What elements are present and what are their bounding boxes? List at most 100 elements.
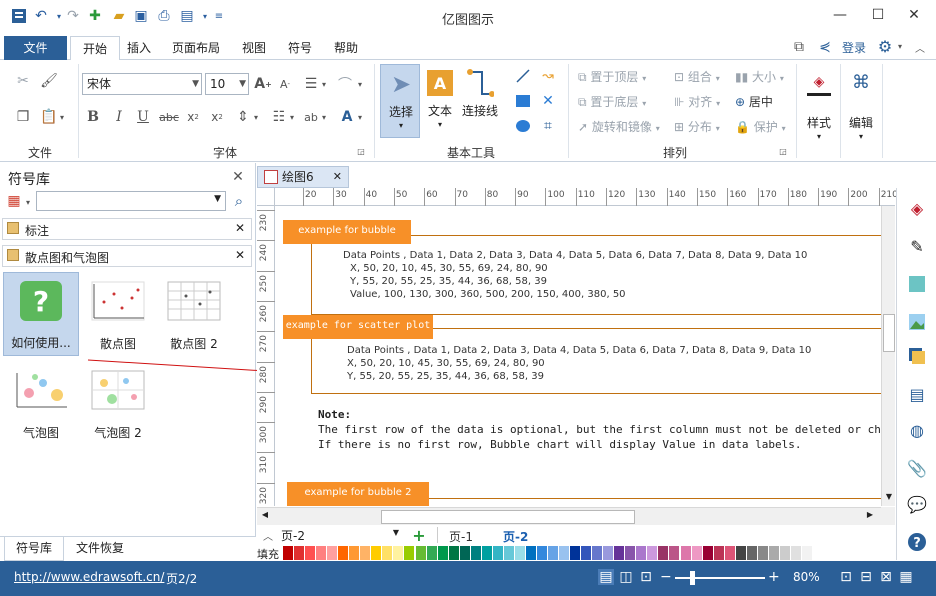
- comment-panel-icon[interactable]: 💬: [905, 492, 929, 516]
- library-item-scatter-bubble[interactable]: 散点图和气泡图 ✕: [2, 245, 252, 267]
- grow-font-icon[interactable]: A +: [254, 75, 272, 93]
- library-search-input[interactable]: ▼: [36, 191, 226, 211]
- zoom-slider-track[interactable]: [675, 577, 765, 579]
- zoom-in-button[interactable]: +: [768, 569, 780, 585]
- superscript-icon[interactable]: x2: [208, 108, 226, 126]
- protect-button[interactable]: 🔒 保护 ▾: [735, 118, 795, 136]
- crop-tool-icon[interactable]: ⌗: [538, 116, 558, 136]
- page-up-icon[interactable]: ︿: [261, 528, 275, 543]
- align-text-icon[interactable]: ☰: [302, 75, 320, 93]
- font-color-icon[interactable]: A: [338, 108, 356, 126]
- share-icon[interactable]: ⋞: [816, 38, 834, 56]
- color-swatch[interactable]: [768, 546, 779, 560]
- color-swatch[interactable]: [459, 546, 470, 560]
- shadow-panel-icon[interactable]: [905, 272, 929, 296]
- close-button[interactable]: ✕: [894, 4, 934, 26]
- select-tool-button[interactable]: ➤ 选择 ▾: [380, 64, 420, 138]
- align-dropdown-icon[interactable]: ▾: [320, 77, 328, 91]
- color-swatch[interactable]: [525, 546, 536, 560]
- color-swatch[interactable]: [735, 546, 746, 560]
- rectangle-tool-icon[interactable]: [513, 91, 533, 111]
- share-window-icon[interactable]: ⧉: [790, 38, 808, 56]
- highlight-icon[interactable]: ab: [302, 108, 320, 126]
- color-swatch[interactable]: [636, 546, 647, 560]
- drawing-canvas[interactable]: example for bubble Data Points , Data 1,…: [275, 206, 881, 506]
- close-pane-icon[interactable]: ✕: [230, 169, 246, 185]
- maximize-button[interactable]: ☐: [858, 4, 898, 26]
- color-swatch[interactable]: [757, 546, 768, 560]
- color-swatch[interactable]: [481, 546, 492, 560]
- color-swatch[interactable]: [570, 546, 581, 560]
- line-spacing-dropdown-icon[interactable]: ▾: [252, 110, 260, 124]
- color-swatch[interactable]: [647, 546, 658, 560]
- color-swatch[interactable]: [470, 546, 481, 560]
- color-swatch[interactable]: [581, 546, 592, 560]
- tab-page-layout[interactable]: 页面布局: [160, 36, 232, 60]
- color-swatch[interactable]: [779, 546, 790, 560]
- color-swatch[interactable]: [548, 546, 559, 560]
- strikethrough-icon[interactable]: abc: [158, 108, 180, 126]
- close-icon[interactable]: ✕: [333, 167, 342, 187]
- bubble-example-box[interactable]: [311, 235, 881, 315]
- color-swatch[interactable]: [691, 546, 702, 560]
- color-swatch[interactable]: [724, 546, 735, 560]
- color-swatch[interactable]: [338, 546, 349, 560]
- connector-tool-button[interactable]: 连接线: [460, 64, 500, 138]
- paste-icon[interactable]: 📋: [40, 108, 58, 126]
- color-swatch[interactable]: [514, 546, 525, 560]
- send-to-back-button[interactable]: ⧉ 置于底层 ▾: [578, 93, 668, 111]
- color-swatch[interactable]: [393, 546, 404, 560]
- color-swatch[interactable]: [614, 546, 625, 560]
- color-swatch[interactable]: [492, 546, 503, 560]
- bring-to-front-button[interactable]: ⧉ 置于顶层 ▾: [578, 68, 668, 86]
- color-swatch[interactable]: [283, 546, 294, 560]
- page-view-icon[interactable]: ▤: [598, 569, 614, 585]
- fill-panel-icon[interactable]: ◈: [905, 196, 929, 220]
- align-button[interactable]: ⊪ 对齐 ▾: [674, 93, 734, 111]
- close-icon[interactable]: ✕: [235, 248, 245, 262]
- color-swatch[interactable]: [415, 546, 426, 560]
- color-swatch[interactable]: [680, 546, 691, 560]
- minimize-button[interactable]: —: [820, 4, 860, 26]
- arrange-dialog-launcher-icon[interactable]: ◲: [778, 146, 788, 156]
- image-panel-icon[interactable]: [905, 310, 929, 334]
- add-page-icon[interactable]: +: [411, 526, 427, 545]
- tab-help[interactable]: 帮助: [322, 36, 370, 60]
- bubble2-example-label[interactable]: example for bubble 2: [287, 482, 429, 506]
- vertical-scrollbar[interactable]: ▼: [881, 206, 895, 506]
- zoom-out-button[interactable]: −: [660, 569, 672, 585]
- symbol-scatter-2[interactable]: 散点图 2: [156, 272, 232, 356]
- symbol-bubble[interactable]: 气泡图: [3, 361, 79, 445]
- format-painter-icon[interactable]: 🖌: [40, 72, 58, 90]
- color-swatch[interactable]: [603, 546, 614, 560]
- color-swatch[interactable]: [503, 546, 514, 560]
- size-button[interactable]: ▮▮ 大小 ▾: [735, 68, 795, 86]
- color-palette[interactable]: [283, 546, 813, 560]
- bullets-dropdown-icon[interactable]: ▾: [288, 110, 296, 124]
- color-swatch[interactable]: [790, 546, 801, 560]
- color-swatch[interactable]: [437, 546, 448, 560]
- edit-button[interactable]: ⌘ 编辑 ▾: [842, 64, 880, 154]
- line-spacing-icon[interactable]: ⇕: [234, 108, 252, 126]
- color-swatch[interactable]: [625, 546, 636, 560]
- tab-insert[interactable]: 插入: [115, 36, 163, 60]
- text-tool-button[interactable]: A 文本 ▾: [421, 64, 459, 138]
- scroll-right-icon[interactable]: ▶: [864, 510, 876, 522]
- gear-dropdown-icon[interactable]: ▾: [895, 39, 905, 53]
- italic-icon[interactable]: I: [110, 108, 128, 126]
- tab-view[interactable]: 视图: [230, 36, 278, 60]
- color-swatch[interactable]: [349, 546, 360, 560]
- help-panel-icon[interactable]: ?: [905, 530, 929, 554]
- page-tab-1[interactable]: 页-1: [449, 528, 473, 545]
- color-swatch[interactable]: [305, 546, 316, 560]
- center-button[interactable]: ⊕ 居中: [735, 93, 795, 111]
- underline-icon[interactable]: U: [134, 108, 152, 126]
- color-swatch[interactable]: [801, 546, 812, 560]
- font-name-combo[interactable]: 宋体 ▼: [82, 73, 202, 95]
- vertical-scroll-thumb[interactable]: [883, 314, 895, 352]
- color-swatch[interactable]: [559, 546, 570, 560]
- website-link[interactable]: http://www.edrawsoft.cn/: [14, 570, 164, 584]
- symbol-bubble-2[interactable]: 气泡图 2: [80, 361, 156, 445]
- color-swatch[interactable]: [746, 546, 757, 560]
- color-swatch[interactable]: [360, 546, 371, 560]
